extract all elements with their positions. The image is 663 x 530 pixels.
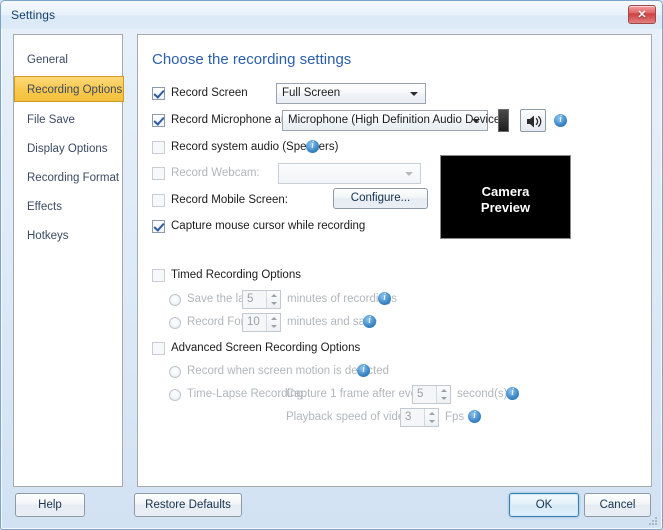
time-lapse-radio[interactable] bbox=[169, 389, 181, 401]
stepper-arrows-icon[interactable] bbox=[436, 386, 450, 403]
advanced-recording-checkbox[interactable] bbox=[152, 342, 165, 355]
title-bar: Settings bbox=[1, 1, 662, 29]
playback-speed-stepper[interactable]: 3 bbox=[400, 408, 439, 427]
playback-speed-suffix: Fps bbox=[445, 411, 465, 423]
save-the-last-value: 5 bbox=[247, 293, 254, 305]
playback-speed-label: Playback speed of video: bbox=[286, 411, 414, 423]
capture-cursor-label: Capture mouse cursor while recording bbox=[171, 220, 366, 232]
time-lapse-capture-suffix: second(s) bbox=[457, 388, 508, 400]
chevron-down-icon bbox=[472, 119, 480, 123]
stepper-arrows-icon[interactable] bbox=[266, 314, 280, 331]
capture-cursor-checkbox[interactable] bbox=[152, 220, 165, 233]
playback-speed-info-icon[interactable] bbox=[468, 409, 481, 423]
save-the-last-info-icon[interactable] bbox=[378, 291, 391, 305]
camera-preview-line2: Preview bbox=[480, 200, 531, 215]
speaker-icon[interactable] bbox=[520, 109, 546, 132]
window-title: Settings bbox=[11, 8, 56, 22]
stepper-arrows-icon[interactable] bbox=[266, 291, 280, 308]
save-the-last-stepper[interactable]: 5 bbox=[242, 290, 281, 309]
chevron-down-icon bbox=[410, 92, 418, 96]
system-audio-info-icon[interactable] bbox=[306, 139, 319, 153]
record-for-radio[interactable] bbox=[169, 317, 181, 329]
settings-window: Settings General Recording Options File … bbox=[0, 0, 663, 530]
motion-detect-info-icon[interactable] bbox=[357, 363, 370, 377]
camera-preview-text: Camera Preview bbox=[441, 184, 570, 216]
speaker-glyph bbox=[527, 115, 542, 128]
record-system-audio-checkbox[interactable] bbox=[152, 141, 165, 154]
motion-detect-radio[interactable] bbox=[169, 366, 181, 378]
sidebar-item-hotkeys[interactable]: Hotkeys bbox=[15, 223, 123, 249]
microphone-device-select[interactable]: Microphone (High Definition Audio Device… bbox=[282, 110, 504, 131]
record-screen-select-value: Full Screen bbox=[282, 87, 341, 99]
sidebar-item-effects[interactable]: Effects bbox=[15, 194, 123, 220]
record-for-value: 10 bbox=[247, 316, 260, 328]
restore-defaults-button[interactable]: Restore Defaults bbox=[134, 493, 242, 517]
sidebar-item-recording-options[interactable]: Recording Options bbox=[14, 76, 124, 102]
record-for-stepper[interactable]: 10 bbox=[242, 313, 281, 332]
record-webcam-checkbox[interactable] bbox=[152, 167, 165, 180]
audio-level-meter bbox=[498, 109, 509, 132]
sidebar-item-file-save[interactable]: File Save bbox=[15, 107, 123, 133]
save-the-last-radio[interactable] bbox=[169, 294, 181, 306]
content-panel: Choose the recording settings Record Scr… bbox=[137, 34, 652, 487]
record-screen-select[interactable]: Full Screen bbox=[276, 83, 426, 104]
playback-speed-value: 3 bbox=[405, 411, 412, 423]
sidebar-item-recording-format[interactable]: Recording Format bbox=[15, 165, 123, 191]
sidebar-item-display-options[interactable]: Display Options bbox=[15, 136, 123, 162]
advanced-recording-label: Advanced Screen Recording Options bbox=[171, 342, 361, 354]
configure-button[interactable]: Configure... bbox=[333, 188, 428, 209]
record-screen-checkbox[interactable] bbox=[152, 87, 165, 100]
page-title: Choose the recording settings bbox=[152, 51, 352, 68]
sidebar-item-general[interactable]: General bbox=[15, 47, 123, 73]
chevron-down-icon bbox=[405, 172, 413, 176]
record-mobile-screen-label: Record Mobile Screen: bbox=[171, 194, 288, 206]
time-lapse-capture-stepper[interactable]: 5 bbox=[412, 385, 451, 404]
camera-preview-line1: Camera bbox=[481, 184, 530, 199]
cancel-button[interactable]: Cancel bbox=[584, 493, 651, 517]
ok-button[interactable]: OK bbox=[509, 493, 579, 517]
record-microphone-checkbox[interactable] bbox=[152, 114, 165, 127]
webcam-device-select[interactable] bbox=[278, 163, 421, 184]
time-lapse-capture-label: Capture 1 frame after every bbox=[286, 388, 427, 400]
close-icon[interactable] bbox=[628, 5, 656, 24]
record-for-label: Record For bbox=[187, 316, 245, 328]
resize-grip-icon[interactable] bbox=[647, 515, 658, 526]
record-for-info-icon[interactable] bbox=[363, 314, 376, 328]
record-mobile-screen-checkbox[interactable] bbox=[152, 194, 165, 207]
timed-recording-checkbox[interactable] bbox=[152, 269, 165, 282]
timed-recording-label: Timed Recording Options bbox=[171, 269, 301, 281]
microphone-info-icon[interactable] bbox=[554, 113, 567, 127]
stepper-arrows-icon[interactable] bbox=[424, 409, 438, 426]
record-webcam-label: Record Webcam: bbox=[171, 167, 260, 179]
camera-preview: Camera Preview bbox=[440, 155, 571, 239]
time-lapse-capture-value: 5 bbox=[417, 388, 424, 400]
time-lapse-capture-info-icon[interactable] bbox=[506, 386, 519, 400]
record-screen-label: Record Screen bbox=[171, 87, 248, 99]
sidebar: General Recording Options File Save Disp… bbox=[13, 34, 124, 487]
help-button[interactable]: Help bbox=[15, 493, 85, 517]
